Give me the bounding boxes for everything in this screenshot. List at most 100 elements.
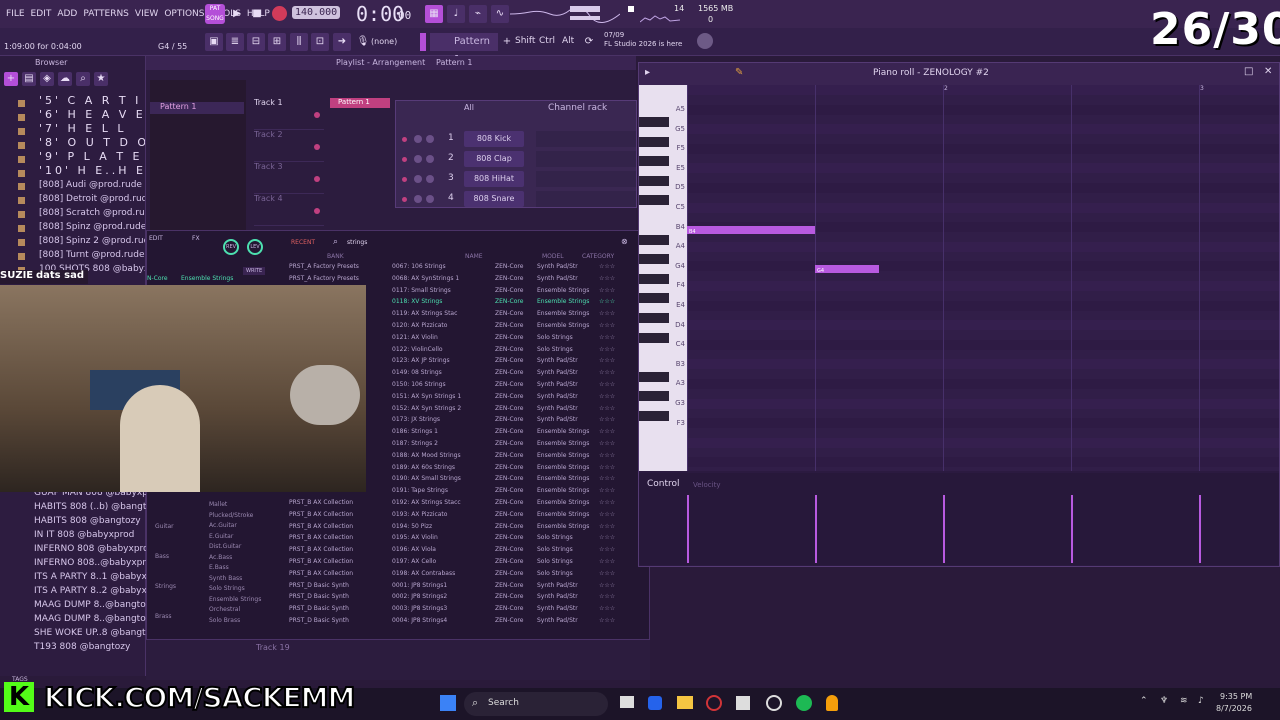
settings-icon[interactable] xyxy=(766,695,782,711)
star-icon[interactable]: ☆☆☆ xyxy=(599,381,615,388)
track-led-icon[interactable] xyxy=(314,112,320,118)
channel-led-icon[interactable] xyxy=(402,157,407,162)
refresh-icon[interactable]: ⟳ xyxy=(580,33,598,51)
stop-icon[interactable]: ■ xyxy=(248,5,266,23)
preset-row[interactable]: PRST_B AX Collection 0198: AX Contrabass Z… xyxy=(287,570,637,582)
black-key[interactable] xyxy=(639,136,669,147)
track-led-icon[interactable] xyxy=(314,176,320,182)
pattern-mode-icon[interactable]: ▦ xyxy=(425,5,443,23)
wifi-icon[interactable]: ≋ xyxy=(1180,696,1188,706)
browser-item[interactable]: [808] Audi @prod.rude xyxy=(0,178,145,192)
snap-icon[interactable]: ▣ xyxy=(205,33,223,51)
preset-search-input[interactable]: strings xyxy=(347,239,367,246)
category-item[interactable]: Solo Brass xyxy=(209,617,279,628)
piano-roll-icon[interactable]: ⊞ xyxy=(268,33,286,51)
tray-chevron-icon[interactable]: ⌃ xyxy=(1140,696,1148,706)
browser-item[interactable]: [808] Turnt @prod.rude xyxy=(0,248,145,262)
black-key[interactable] xyxy=(639,175,669,186)
category-item[interactable]: Orchestral xyxy=(209,606,279,617)
star-icon[interactable]: ☆☆☆ xyxy=(599,298,615,305)
channel-vol-knob[interactable] xyxy=(426,155,434,163)
velocity-bar[interactable] xyxy=(1199,495,1201,563)
browser-item[interactable]: T193 808 @bangtozy xyxy=(0,640,146,654)
velocity-bar[interactable] xyxy=(1071,495,1073,563)
step-icon[interactable]: ♩ xyxy=(447,5,465,23)
star-icon[interactable]: ☆☆☆ xyxy=(599,357,615,364)
track-led-icon[interactable] xyxy=(314,208,320,214)
channel-row[interactable]: 3 808 HiHat xyxy=(396,171,636,189)
star-icon[interactable]: ☆☆☆ xyxy=(599,322,615,329)
preset-header[interactable]: CATEGORY xyxy=(582,253,614,260)
category-item[interactable]: Solo Strings xyxy=(209,585,279,596)
star-icon[interactable]: ☆☆☆ xyxy=(599,393,615,400)
channel-led-icon[interactable] xyxy=(402,177,407,182)
black-key[interactable] xyxy=(639,313,669,323)
pattern-selector[interactable]: Pattern 1 xyxy=(430,33,498,65)
control-label[interactable]: Control xyxy=(647,479,680,489)
channel-rack-icon[interactable]: ⊡ xyxy=(311,33,329,51)
channel-steps[interactable] xyxy=(536,151,636,167)
browser-item[interactable]: MAAG DUMP 8..@bangtozy xyxy=(0,598,146,612)
browser-item[interactable]: '10' H E..H E L L xyxy=(0,164,145,178)
track-header[interactable]: Track 4 xyxy=(254,194,324,226)
browser-item[interactable]: ITS A PARTY 8..2 @babyxprod xyxy=(0,584,146,598)
black-key[interactable] xyxy=(639,156,669,167)
category-group[interactable]: Guitar xyxy=(155,523,195,553)
black-key[interactable] xyxy=(639,195,669,206)
category-group[interactable]: Strings xyxy=(155,583,195,613)
track-header[interactable]: Track 3 xyxy=(254,162,324,194)
menu-item[interactable]: OPTIONS xyxy=(164,9,204,19)
browser-item[interactable]: ITS A PARTY 8..1 @babyxprod xyxy=(0,570,146,584)
star-icon[interactable]: ☆☆☆ xyxy=(599,405,615,412)
metronome-icon[interactable]: ⌁ xyxy=(469,5,487,23)
category-group[interactable]: Bass xyxy=(155,553,195,583)
preset-row[interactable]: PRST_D Basic Synth 0002: JP8 Strings2 ZEN-… xyxy=(287,593,637,605)
note[interactable]: G4 xyxy=(815,264,879,274)
preset-row[interactable]: PRST_B AX Collection 0196: AX Viola ZEN-Co… xyxy=(287,546,637,558)
channel-pan-knob[interactable] xyxy=(414,135,422,143)
taskbar-date[interactable]: 8/7/2026 xyxy=(1216,704,1252,713)
pencil-icon[interactable]: ✎ xyxy=(735,67,743,78)
channel-button[interactable]: 808 Kick xyxy=(464,131,524,147)
browser-item[interactable]: '8' O U T D O O R xyxy=(0,136,145,150)
browser-add-icon[interactable]: + xyxy=(4,72,18,86)
star-icon[interactable]: ☆☆☆ xyxy=(599,263,615,270)
black-key[interactable] xyxy=(639,391,669,402)
copilot-icon[interactable] xyxy=(648,696,662,710)
pattern-list-icon[interactable]: ≣ xyxy=(226,33,244,51)
time-display[interactable]: 0:00 xyxy=(356,2,404,26)
velocity-bar[interactable] xyxy=(943,495,945,563)
piano-roll-menu-icon[interactable]: ▸ xyxy=(645,67,650,78)
spotify-icon[interactable] xyxy=(796,695,812,711)
taskbar-search[interactable]: ⌕ Search xyxy=(464,692,608,716)
channel-pan-knob[interactable] xyxy=(414,155,422,163)
preset-header[interactable]: NAME xyxy=(465,253,483,260)
browser-plugin-icon[interactable]: ◈ xyxy=(40,72,54,86)
menu-item[interactable]: PATTERNS xyxy=(83,9,129,19)
menu-item[interactable]: VIEW xyxy=(135,9,158,19)
pat-song-toggle[interactable]: PAT SONG xyxy=(205,4,225,24)
browser-item[interactable]: INFERNO 808..@babyxprod xyxy=(0,556,146,570)
preset-row[interactable]: PRST_B AX Collection 0197: AX Cello ZEN-Co… xyxy=(287,558,637,570)
browser-item[interactable]: [808] Spinz @prod.rude xyxy=(0,220,145,234)
news-icon[interactable] xyxy=(697,33,713,49)
star-icon[interactable]: ☆☆☆ xyxy=(599,582,615,589)
windows-start-icon[interactable] xyxy=(440,695,456,711)
star-icon[interactable]: ☆☆☆ xyxy=(599,275,615,282)
category-item[interactable]: Synth Bass xyxy=(209,575,279,586)
recent-tab[interactable]: RECENT xyxy=(291,239,315,246)
star-icon[interactable]: ☆☆☆ xyxy=(599,499,615,506)
star-icon[interactable]: ☆☆☆ xyxy=(599,546,615,553)
star-icon[interactable]: ☆☆☆ xyxy=(599,346,615,353)
browser-item[interactable]: HABITS 808 @bangtozy xyxy=(0,514,146,528)
channel-button[interactable]: 808 Clap xyxy=(464,151,524,167)
news-text[interactable]: FL Studio 2026 is here xyxy=(604,40,686,49)
lev-knob[interactable]: LEV xyxy=(247,239,263,255)
record-icon[interactable] xyxy=(272,6,287,21)
maximize-icon[interactable]: □ xyxy=(1244,66,1253,77)
star-icon[interactable]: ☆☆☆ xyxy=(599,475,615,482)
taskbar-time[interactable]: 9:35 PM xyxy=(1220,692,1252,701)
track-header[interactable]: Track 2 xyxy=(254,130,324,162)
browser-item[interactable]: '5' C A R T I xyxy=(0,94,145,108)
browser-item[interactable]: SHE WOKE UP..8 @bangtozy xyxy=(0,626,146,640)
